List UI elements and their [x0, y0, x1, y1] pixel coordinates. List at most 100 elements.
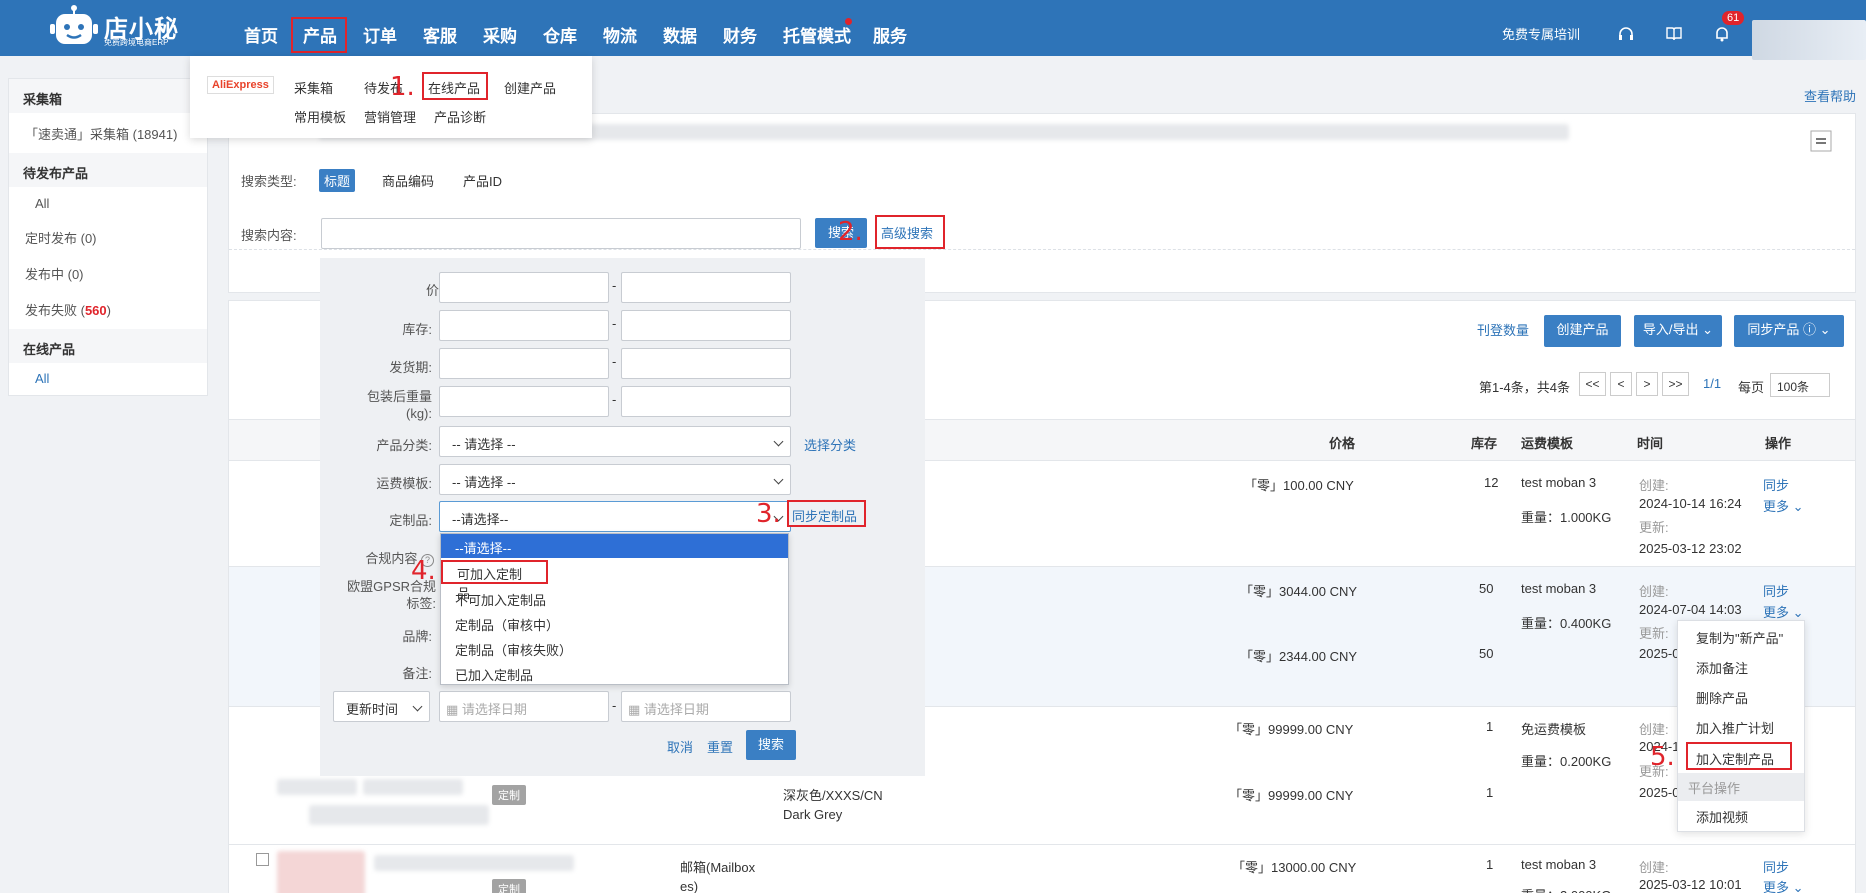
- sidebar-item-scheduled[interactable]: 定时发布 (0): [25, 228, 97, 247]
- custom-select[interactable]: --请选择--: [439, 501, 791, 532]
- sidebar-item-collect-box[interactable]: 「速卖通」采集箱 (18941): [25, 124, 177, 143]
- menu-diagnosis[interactable]: 产品诊断: [434, 107, 486, 126]
- time-type-select[interactable]: 更新时间: [333, 691, 430, 722]
- custom-option[interactable]: 定制品（审核中）: [455, 615, 559, 634]
- menu-create-product[interactable]: 创建产品: [504, 78, 556, 97]
- nav-orders[interactable]: 订单: [363, 22, 397, 47]
- row3b-stock: 1: [1486, 785, 1494, 800]
- row1-sync-link[interactable]: 同步: [1763, 475, 1789, 494]
- nav-hosting[interactable]: 托管模式: [783, 22, 851, 47]
- step-4-label: 4.: [411, 556, 436, 586]
- search-type-sku[interactable]: 商品编码: [382, 171, 434, 190]
- nav-logistics[interactable]: 物流: [603, 22, 637, 47]
- row2-weight: 重量：0.400KG: [1521, 616, 1612, 631]
- row4-more-link[interactable]: 更多 ⌄: [1763, 877, 1804, 893]
- weight-min-input[interactable]: [439, 386, 609, 417]
- menu-marketing[interactable]: 营销管理: [364, 107, 416, 126]
- th-time: 时间: [1637, 436, 1664, 451]
- cancel-link[interactable]: 取消: [667, 737, 693, 756]
- calendar-icon: ▦: [446, 702, 459, 717]
- category-select[interactable]: -- 请选择 --: [439, 426, 791, 457]
- row2-updated: 2025-0: [1639, 646, 1680, 661]
- menu-add-remark[interactable]: 添加备注: [1696, 658, 1748, 677]
- step-1-label: 1.: [390, 72, 415, 102]
- menu-online-products[interactable]: 在线产品: [422, 72, 488, 100]
- remark-label: 备注:: [402, 666, 432, 681]
- row4-blur-image: [277, 851, 365, 893]
- menu-add-custom-product[interactable]: 加入定制产品: [1686, 742, 1792, 770]
- date-start-input[interactable]: ▦ 请选择日期: [439, 691, 609, 722]
- pager-next[interactable]: >: [1636, 372, 1658, 396]
- sync-custom-link[interactable]: 同步定制品: [787, 500, 866, 527]
- search-type-title[interactable]: 标题: [319, 169, 356, 192]
- row1-more-link[interactable]: 更多 ⌄: [1763, 496, 1804, 515]
- search-content-input[interactable]: [321, 218, 801, 249]
- row4-created: 2025-03-12 10:01: [1639, 877, 1742, 892]
- shipping-template-select[interactable]: -- 请选择 --: [439, 464, 791, 495]
- pager-prev[interactable]: <: [1610, 372, 1632, 396]
- custom-option[interactable]: 定制品（审核失败）: [455, 640, 572, 659]
- nav-data[interactable]: 数据: [663, 22, 697, 47]
- menu-templates[interactable]: 常用模板: [294, 107, 346, 126]
- nav-warehouse[interactable]: 仓库: [543, 22, 577, 47]
- menu-add-promotion[interactable]: 加入推广计划: [1696, 718, 1774, 737]
- nav-service[interactable]: 客服: [423, 22, 457, 47]
- free-training-link[interactable]: 免费专属培训: [1502, 24, 1580, 43]
- user-avatar[interactable]: [1752, 20, 1866, 60]
- row3b-updated: 2025-0: [1639, 785, 1680, 800]
- row3b-price: 「零」99999.00 CNY: [1229, 788, 1354, 803]
- reset-link[interactable]: 重置: [707, 737, 733, 756]
- sync-product-button[interactable]: 同步产品 ⓘ ⌄: [1734, 315, 1844, 347]
- ship-min-input[interactable]: [439, 348, 609, 379]
- category-label: 产品分类:: [376, 438, 432, 453]
- per-page-select[interactable]: 100条: [1770, 373, 1830, 397]
- menu-delete-product[interactable]: 删除产品: [1696, 688, 1748, 707]
- row2b-stock: 50: [1479, 646, 1494, 661]
- headset-icon[interactable]: [1618, 26, 1634, 42]
- collapse-icon[interactable]: [1810, 130, 1832, 152]
- row2-sync-link[interactable]: 同步: [1763, 581, 1789, 600]
- sidebar-head-online: 在线产品: [9, 329, 207, 363]
- stock-max-input[interactable]: [621, 310, 791, 341]
- custom-option[interactable]: 已加入定制品: [455, 665, 533, 684]
- row4-sync-link[interactable]: 同步: [1763, 857, 1789, 876]
- sidebar-item-failed[interactable]: 发布失败 (560): [25, 300, 111, 319]
- custom-option[interactable]: --请选择--: [441, 534, 788, 558]
- menu-copy-as-new[interactable]: 复制为"新产品": [1696, 628, 1783, 647]
- menu-add-video[interactable]: 添加视频: [1696, 807, 1748, 826]
- pager-first[interactable]: <<: [1579, 372, 1606, 396]
- price-max-input[interactable]: [621, 272, 791, 303]
- bell-icon[interactable]: [1714, 26, 1730, 42]
- nav-purchase[interactable]: 采购: [483, 22, 517, 47]
- sidebar-item-publishing[interactable]: 发布中 (0): [25, 264, 84, 283]
- choose-category-link[interactable]: 选择分类: [804, 435, 856, 454]
- menu-collect-box[interactable]: 采集箱: [294, 78, 333, 97]
- search-type-product-id[interactable]: 产品ID: [463, 171, 502, 190]
- nav-services[interactable]: 服务: [873, 22, 907, 47]
- import-export-button[interactable]: 导入/导出 ⌄: [1634, 315, 1722, 347]
- row-checkbox[interactable]: [256, 853, 269, 866]
- weight-max-input[interactable]: [621, 386, 791, 417]
- row2-more-link[interactable]: 更多 ⌄: [1763, 602, 1804, 621]
- stock-label: 库存:: [402, 322, 432, 337]
- custom-option[interactable]: 不可加入定制品: [455, 590, 546, 609]
- sidebar-head-collect: 采集箱: [9, 79, 207, 113]
- price-min-input[interactable]: [439, 272, 609, 303]
- create-product-button[interactable]: 创建产品: [1544, 315, 1621, 347]
- date-end-input[interactable]: ▦ 请选择日期: [621, 691, 791, 722]
- advanced-search-submit[interactable]: 搜索: [746, 730, 796, 760]
- nav-product-highlight: [291, 17, 347, 53]
- weight-label: 包装后重量(kg):: [366, 389, 432, 421]
- nav-home[interactable]: 首页: [244, 22, 278, 47]
- sidebar-item-online-all[interactable]: All: [35, 371, 49, 386]
- pager-last[interactable]: >>: [1662, 372, 1689, 396]
- ship-max-input[interactable]: [621, 348, 791, 379]
- nav-finance[interactable]: 财务: [723, 22, 757, 47]
- custom-option-addable[interactable]: 可加入定制品: [441, 560, 548, 601]
- advanced-search-link[interactable]: 高级搜索: [875, 215, 945, 249]
- book-icon[interactable]: [1666, 27, 1682, 41]
- help-link[interactable]: 查看帮助: [1804, 86, 1856, 105]
- stock-min-input[interactable]: [439, 310, 609, 341]
- sidebar-item-pending-all[interactable]: All: [35, 196, 49, 211]
- listing-count-link[interactable]: 刊登数量: [1477, 320, 1529, 339]
